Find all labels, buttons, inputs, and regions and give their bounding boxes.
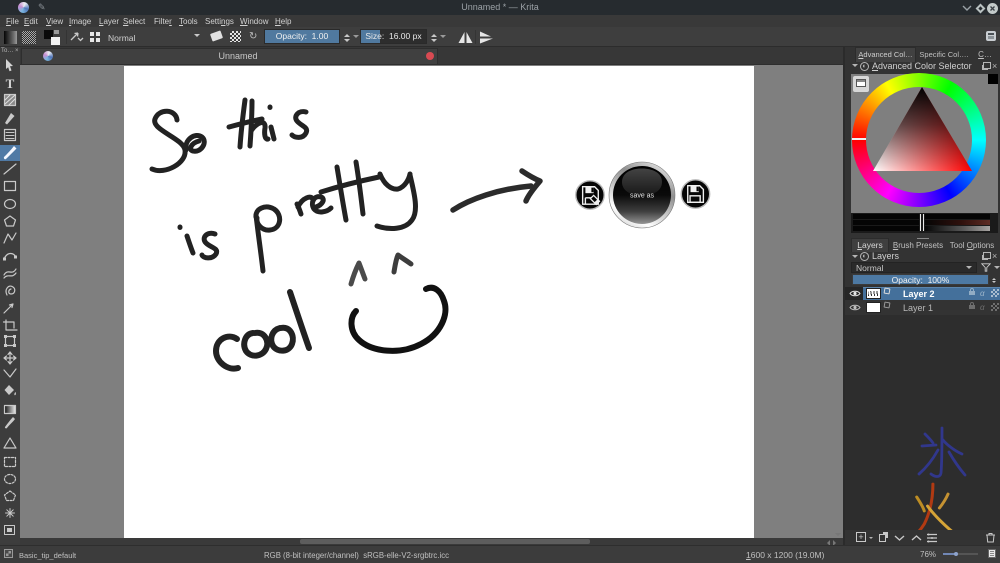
svg-text:T: T xyxy=(6,76,15,91)
svg-text:save as: save as xyxy=(630,193,655,200)
